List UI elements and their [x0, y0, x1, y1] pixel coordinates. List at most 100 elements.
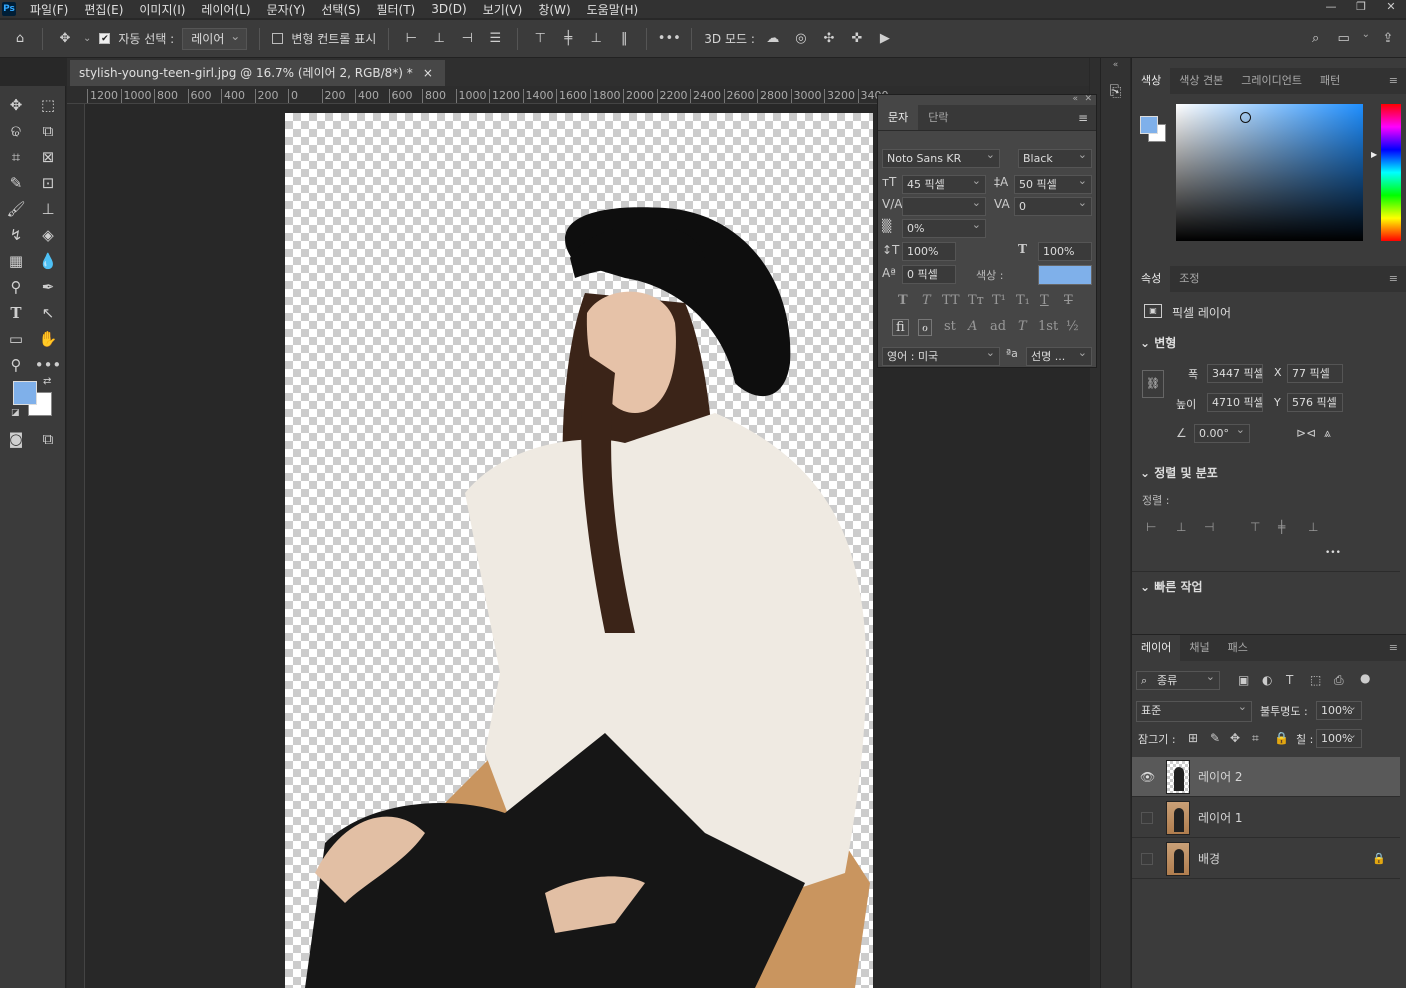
- lock-position-icon[interactable]: ✥: [1230, 731, 1240, 745]
- x-field[interactable]: 77 픽셀: [1287, 364, 1343, 383]
- share-icon[interactable]: ⇪: [1378, 29, 1398, 49]
- eye-icon[interactable]: 👁: [1140, 770, 1155, 784]
- faux-bold-icon[interactable]: T: [898, 293, 908, 308]
- eyedropper-tool-icon[interactable]: ✎: [0, 170, 32, 196]
- search-icon[interactable]: ⌕: [1306, 29, 1326, 49]
- more-options-icon[interactable]: •••: [658, 29, 681, 49]
- filter-pixel-icon[interactable]: ▣: [1238, 673, 1249, 687]
- strikethrough-icon[interactable]: T: [1064, 293, 1073, 308]
- tab-paths[interactable]: 패스: [1219, 635, 1257, 661]
- panel-menu-icon[interactable]: ≡: [1380, 635, 1406, 661]
- edit-toolbar-icon[interactable]: •••: [32, 352, 64, 378]
- align-bottom-icon[interactable]: ⊥: [586, 29, 606, 49]
- color-fg-swatch[interactable]: [1140, 116, 1158, 134]
- quick-select-tool-icon[interactable]: ⧉: [32, 118, 64, 144]
- lock-all-icon[interactable]: 🔒: [1274, 731, 1289, 745]
- kerning-field[interactable]: [902, 197, 986, 216]
- transform-section-header[interactable]: ⌄ 변형: [1140, 334, 1176, 351]
- document-canvas[interactable]: [285, 113, 873, 988]
- flip-horizontal-icon[interactable]: ⊳⊲: [1296, 426, 1316, 440]
- height-field[interactable]: 4710 픽셀: [1207, 393, 1263, 412]
- fractions-icon[interactable]: ½: [1066, 319, 1079, 334]
- align-section-header[interactable]: ⌄ 정렬 및 분포: [1140, 464, 1218, 481]
- baseline-shift-field[interactable]: 0 픽셀: [902, 265, 956, 284]
- tab-paragraph[interactable]: 단락: [918, 105, 958, 130]
- restore-button[interactable]: ❐: [1346, 0, 1376, 18]
- blend-mode-dropdown[interactable]: 표준: [1136, 701, 1252, 722]
- spot-healing-tool-icon[interactable]: ⊡: [32, 170, 64, 196]
- fill-field[interactable]: 100%: [1316, 729, 1362, 748]
- align-bottom-icon[interactable]: ⊥: [1308, 520, 1318, 534]
- slide-3d-icon[interactable]: ✜: [847, 29, 867, 49]
- faux-italic-icon[interactable]: T: [922, 293, 931, 308]
- tab-gradients[interactable]: 그레이디언트: [1232, 68, 1311, 94]
- menu-view[interactable]: 보기(V): [475, 1, 531, 18]
- zoom-tool-icon[interactable]: ⚲: [0, 352, 32, 378]
- layer-row-layer1[interactable]: 레이어 1: [1132, 798, 1400, 838]
- filter-smart-object-icon[interactable]: ⎙: [1334, 673, 1344, 688]
- tracking-field[interactable]: 0: [1014, 197, 1092, 216]
- history-brush-tool-icon[interactable]: ↯: [0, 222, 32, 248]
- lasso-tool-icon[interactable]: ଢ: [0, 118, 32, 144]
- close-button[interactable]: ✕: [1376, 0, 1406, 18]
- menu-help[interactable]: 도움말(H): [579, 1, 647, 18]
- layer-row-layer2[interactable]: 👁 레이어 2: [1132, 757, 1400, 797]
- pen-tool-icon[interactable]: ✒: [32, 274, 64, 300]
- language-dropdown[interactable]: 영어 : 미국: [882, 347, 1000, 366]
- align-right-icon[interactable]: ⊣: [1204, 520, 1214, 534]
- font-size-field[interactable]: 45 픽셀: [902, 175, 986, 194]
- quick-mask-icon[interactable]: ◙: [0, 426, 32, 452]
- panel-collapse-icon[interactable]: «: [1072, 94, 1078, 104]
- filter-toggle-icon[interactable]: ●: [1360, 671, 1370, 685]
- panel-menu-icon[interactable]: ≡: [1380, 68, 1406, 94]
- underline-icon[interactable]: T: [1040, 293, 1049, 308]
- align-top-icon[interactable]: ⊤: [1250, 520, 1260, 534]
- menu-file[interactable]: 파일(F): [22, 1, 76, 18]
- rectangle-tool-icon[interactable]: ▭: [0, 326, 32, 352]
- stamp-tool-icon[interactable]: ⊥: [32, 196, 64, 222]
- chevron-down-icon[interactable]: ⌄: [1362, 29, 1370, 49]
- menu-image[interactable]: 이미지(I): [131, 1, 193, 18]
- minimize-button[interactable]: —: [1316, 0, 1346, 18]
- tab-layers[interactable]: 레이어: [1132, 635, 1181, 661]
- auto-select-dropdown[interactable]: 레이어: [182, 26, 248, 50]
- old-style-icon[interactable]: ℴ: [918, 319, 933, 336]
- eraser-tool-icon[interactable]: ◈: [32, 222, 64, 248]
- width-field[interactable]: 3447 픽셀: [1207, 364, 1263, 383]
- tab-swatches[interactable]: 색상 견본: [1170, 68, 1232, 94]
- roll-3d-icon[interactable]: ◎: [791, 29, 811, 49]
- layer-row-background[interactable]: 배경 🔒: [1132, 839, 1400, 879]
- opacity-field[interactable]: 100%: [1316, 701, 1362, 720]
- default-colors-icon[interactable]: ◪: [11, 408, 20, 418]
- tab-adjustments[interactable]: 조정: [1170, 266, 1208, 292]
- orbit-3d-icon[interactable]: ☁: [763, 29, 783, 49]
- filter-shape-icon[interactable]: ⬚: [1310, 673, 1321, 687]
- history-panel-icon[interactable]: ⎘: [1101, 82, 1130, 100]
- move-tool-icon[interactable]: ✥: [0, 92, 32, 118]
- gradient-tool-icon[interactable]: ▦: [0, 248, 32, 274]
- menu-select[interactable]: 선택(S): [313, 1, 368, 18]
- hand-tool-icon[interactable]: ✋: [32, 326, 64, 352]
- color-picker-cursor[interactable]: [1240, 112, 1251, 123]
- transform-controls-checkbox[interactable]: [272, 33, 284, 44]
- panel-close-icon[interactable]: ✕: [1084, 94, 1092, 104]
- lock-image-icon[interactable]: ✎: [1210, 731, 1220, 745]
- dodge-tool-icon[interactable]: ⚲: [0, 274, 32, 300]
- menu-layer[interactable]: 레이어(L): [193, 1, 258, 18]
- align-vcenter-icon[interactable]: ╪: [1278, 520, 1285, 534]
- lock-artboard-icon[interactable]: ⌗: [1252, 731, 1259, 746]
- crop-tool-icon[interactable]: ⌗: [0, 144, 32, 170]
- horizontal-scale-field[interactable]: 100%: [1038, 242, 1092, 261]
- y-field[interactable]: 576 픽셀: [1287, 393, 1343, 412]
- hue-slider-arrow-icon[interactable]: ▶: [1371, 150, 1377, 159]
- workspace-icon[interactable]: ▭: [1334, 29, 1354, 49]
- leading-field[interactable]: 50 픽셀: [1014, 175, 1092, 194]
- chevron-down-icon[interactable]: ⌄: [83, 33, 91, 44]
- color-field[interactable]: [1176, 104, 1363, 241]
- ordinals-icon[interactable]: 1st: [1038, 319, 1058, 334]
- align-hcenter-icon[interactable]: ⊥: [1176, 520, 1186, 534]
- swash-icon[interactable]: A: [968, 319, 977, 334]
- tab-color[interactable]: 색상: [1132, 68, 1171, 94]
- menu-window[interactable]: 창(W): [530, 1, 578, 18]
- menu-type[interactable]: 문자(Y): [259, 1, 314, 18]
